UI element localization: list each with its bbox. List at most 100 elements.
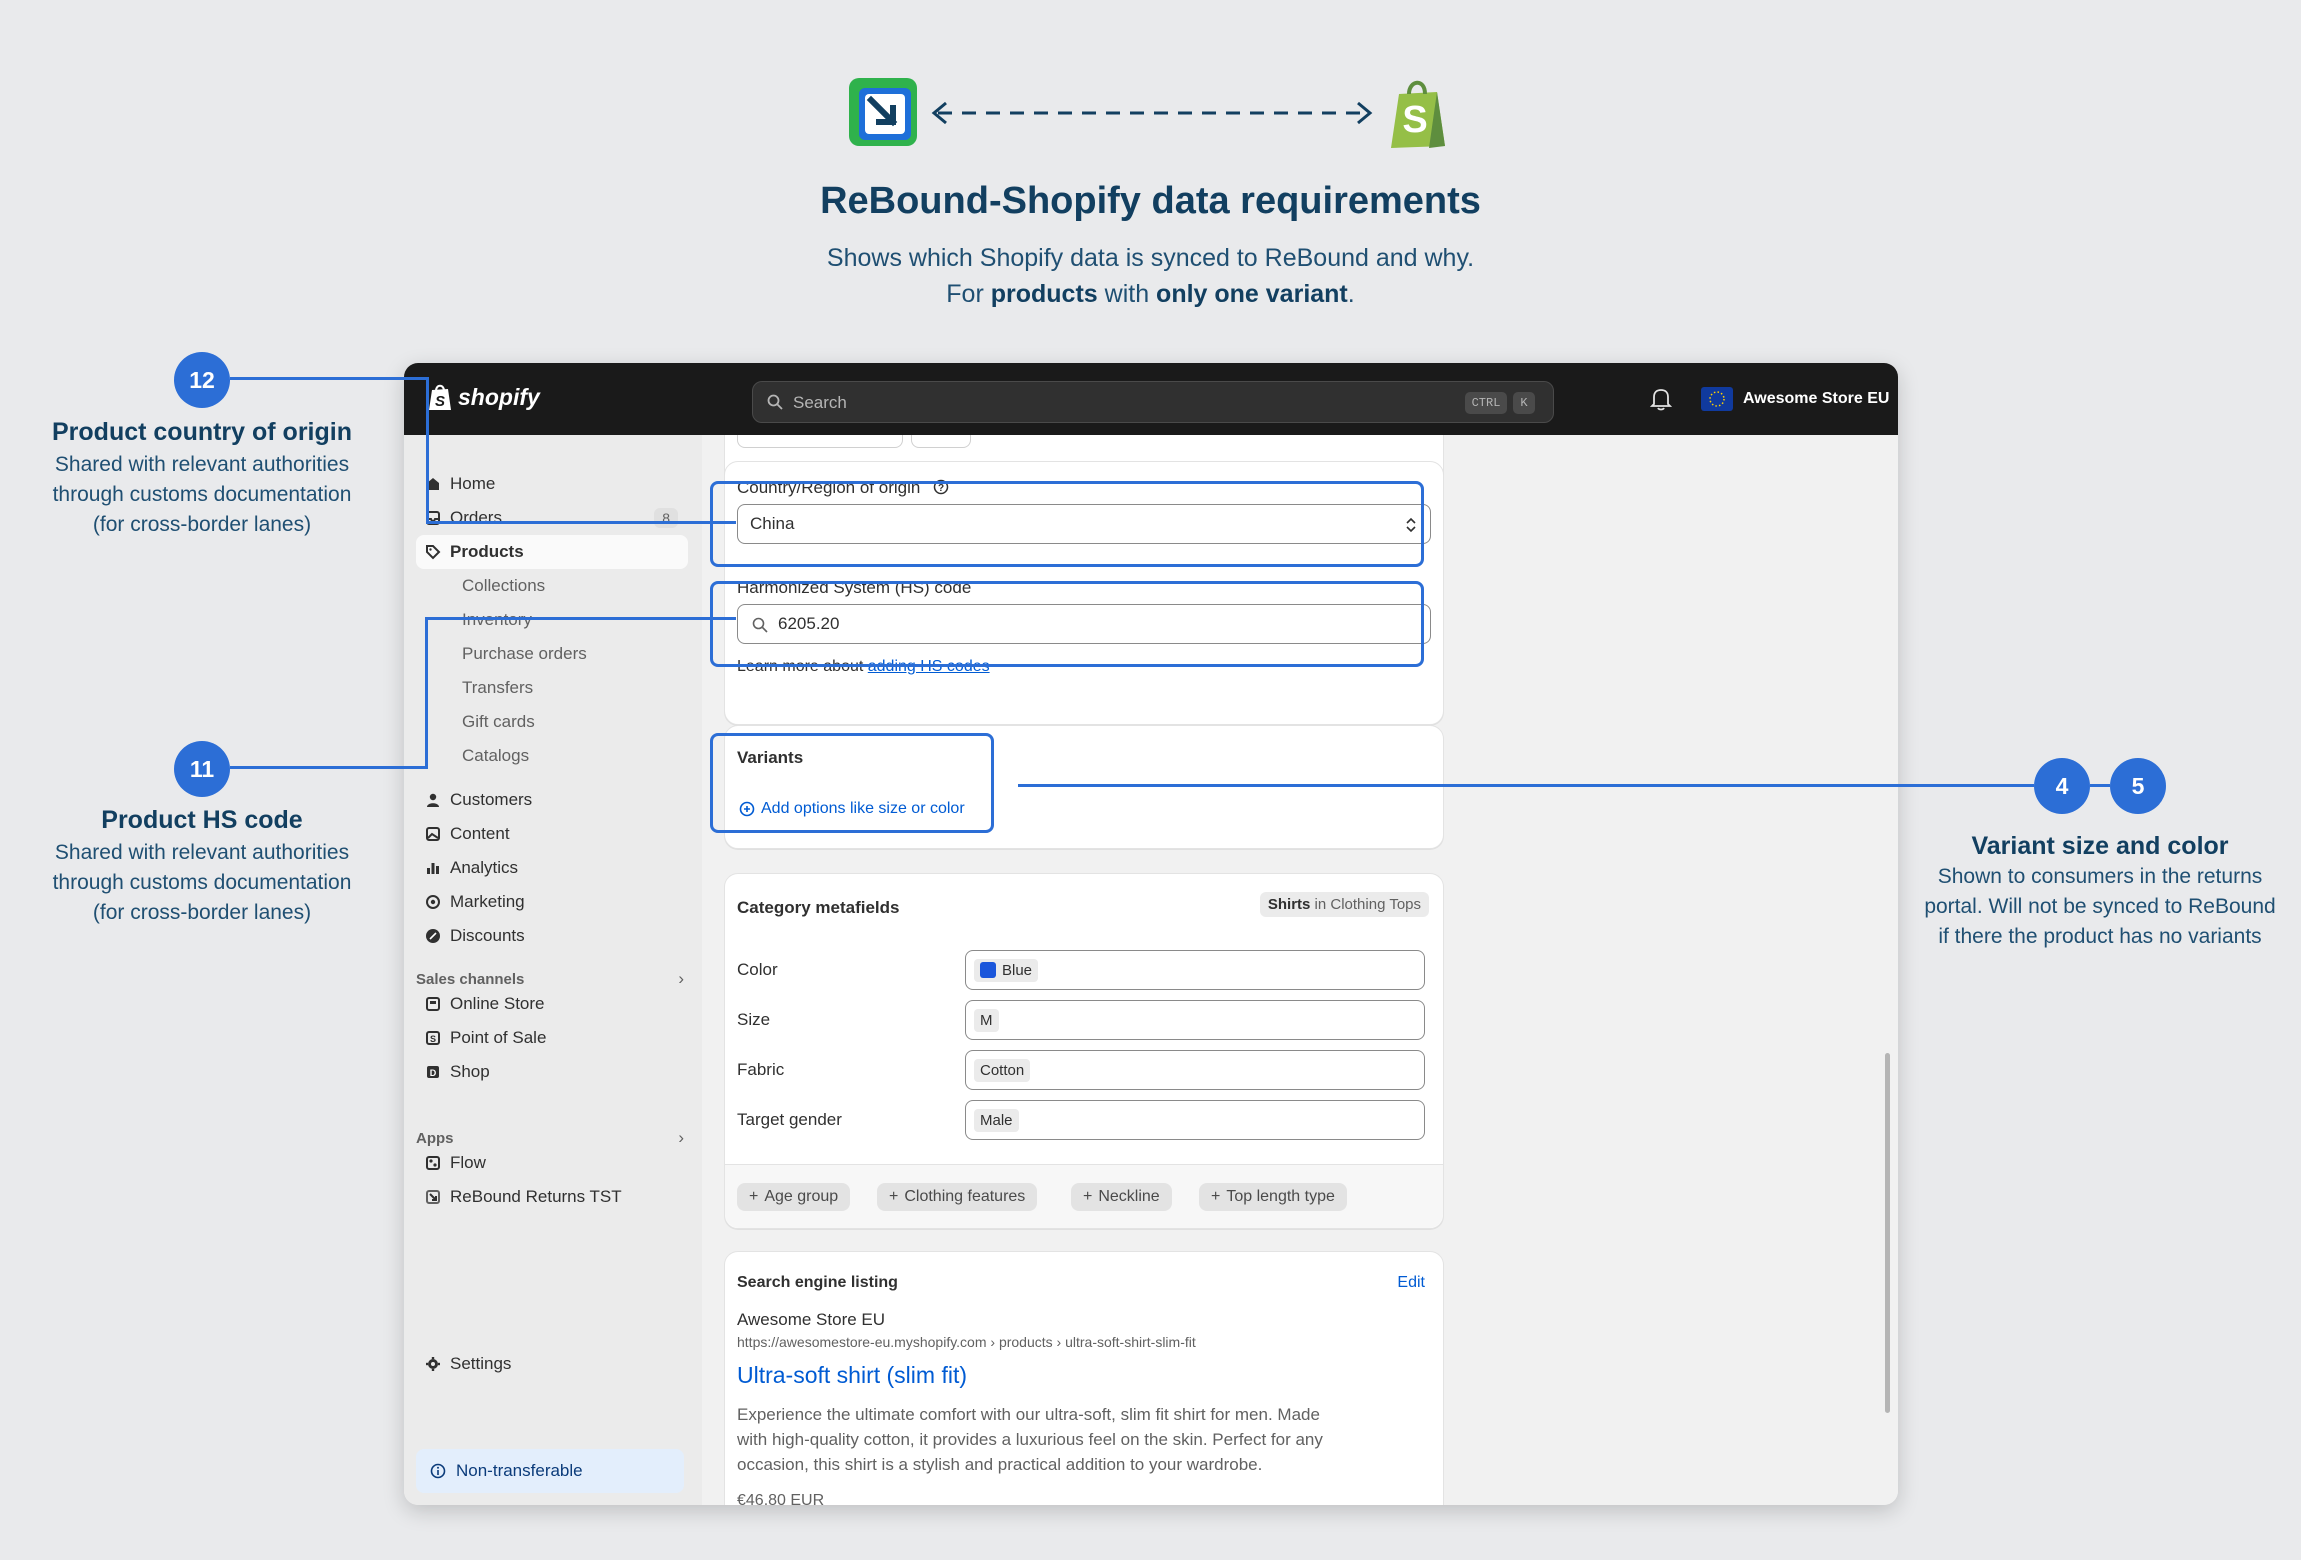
flow-icon [426,1156,440,1170]
sidebar-item-label: Shop [450,1062,490,1081]
store-switcher[interactable]: Awesome Store EU [1701,387,1889,411]
partial-field [911,435,971,448]
connector-line-4-5 [1018,784,2034,787]
search-icon [767,394,783,410]
connector-line-4-5 [2090,784,2110,787]
add-age-group-chip[interactable]: + Age group [737,1183,851,1211]
shopify-admin-window: S shopify Search CTRL K Awesome Store EU [404,363,1898,1505]
sidebar-item-point-of-sale[interactable]: S Point of Sale [416,1021,688,1055]
orders-count-badge: 8 [654,508,678,528]
target-gender-metafield-input[interactable]: Male [965,1100,1425,1140]
discount-icon [426,929,440,943]
seo-store-name: Awesome Store EU [737,1310,886,1329]
sidebar-item-label: Analytics [450,858,519,877]
sidebar-item-online-store[interactable]: Online Store [416,987,688,1021]
sidebar-item-transfers[interactable]: Transfers [416,671,688,705]
sidebar-item-label: Settings [450,1354,512,1373]
shopify-logo[interactable]: S shopify [428,383,540,411]
seo-heading-link[interactable]: Ultra-soft shirt (slim fit) [737,1362,967,1389]
svg-text:S: S [435,393,445,410]
sidebar-item-label: Home [450,474,496,493]
global-search-input[interactable]: Search CTRL K [752,381,1554,423]
bar-chart-icon [427,863,439,874]
highlight-variants [710,733,994,833]
seo-description: Experience the ultimate comfort with our… [737,1405,1323,1474]
add-neckline-chip[interactable]: + Neckline [1071,1183,1172,1211]
metafield-value-pill: Blue [974,958,1039,982]
seo-edit-button[interactable]: Edit [1397,1274,1425,1292]
shop-app-icon: D [427,1066,439,1078]
metafield-label: Fabric [737,1060,785,1079]
connector-line-12 [426,521,736,524]
sidebar-item-marketing[interactable]: Marketing [416,885,688,919]
store-icon [426,997,440,1011]
scrollbar-thumb[interactable] [1885,1053,1890,1413]
sidebar-item-gift-cards[interactable]: Gift cards [416,705,688,739]
sync-arrow-icon [931,101,1373,125]
apps-heading[interactable]: Apps [416,1130,454,1147]
connector-line-12 [230,377,426,380]
target-icon [426,895,440,909]
partial-field [737,435,903,448]
metafield-chip-bar: + Age group + Clothing features + Neckli… [725,1164,1443,1228]
sidebar-item-label: Products [450,542,524,561]
sidebar-item-customers[interactable]: Customers [416,783,688,817]
eu-flag-icon [1701,387,1733,411]
rebound-logo [849,78,917,146]
main-content: Country/Region of origin ? China Harmoni… [702,435,1898,1505]
top-bar: S shopify Search CTRL K Awesome Store EU [404,363,1898,435]
subtitle-line-1: Shows which Shopify data is synced to Re… [826,244,1475,272]
image-icon [426,827,440,841]
add-clothing-features-chip[interactable]: + Clothing features [877,1183,1038,1211]
sales-channels-heading[interactable]: Sales channels [416,971,524,988]
sidebar-item-discounts[interactable]: Discounts [416,919,688,953]
connector-line-11 [425,617,736,620]
add-top-length-type-chip[interactable]: + Top length type [1199,1183,1347,1211]
notification-bell-icon[interactable] [1650,387,1672,411]
tag-icon [426,545,441,560]
sidebar-item-orders[interactable]: Orders 8 [416,501,688,535]
sidebar-item-purchase-orders[interactable]: Purchase orders [416,637,688,671]
sidebar-item-settings[interactable]: Settings [416,1347,688,1381]
sidebar-item-flow[interactable]: Flow [416,1146,688,1180]
sidebar-item-products[interactable]: Products [416,535,688,569]
annotation-title-4-5: Variant size and color [1971,832,2229,860]
sidebar-item-home[interactable]: Home [416,467,688,501]
sidebar-item-catalogs[interactable]: Catalogs [416,739,688,773]
highlight-country-of-origin [710,481,1424,567]
sidebar-item-rebound-returns[interactable]: ReBound Returns TST [416,1180,688,1214]
metafield-label: Color [737,960,778,979]
fabric-metafield-input[interactable]: Cotton [965,1050,1425,1090]
sidebar-item-content[interactable]: Content [416,817,688,851]
sidebar-item-label: Point of Sale [450,1028,547,1047]
annotation-badge-4: 4 [2034,758,2090,814]
sidebar-item-label: Marketing [450,892,525,911]
subtitle-line-2: For products with only one variant. [946,280,1355,308]
sidebar-item-shop[interactable]: D Shop [416,1055,688,1089]
sidebar-item-label: ReBound Returns TST [450,1187,622,1206]
shortcut-key-k: K [1513,392,1535,414]
sidebar-item-label: Online Store [450,994,545,1013]
shopify-bag-icon: S [429,384,451,410]
non-transferable-label: Non-transferable [456,1461,583,1480]
chevron-right-icon[interactable]: › [678,969,684,989]
annotation-title-11: Product HS code [101,806,303,834]
sidebar-item-analytics[interactable]: Analytics [416,851,688,885]
metafield-value-pill: Male [974,1108,1019,1132]
svg-text:S: S [430,1034,436,1044]
size-metafield-input[interactable]: M [965,1000,1425,1040]
sidebar-item-inventory[interactable]: Inventory [416,603,688,637]
chevron-right-icon[interactable]: › [678,1128,684,1148]
sidebar-item-collections[interactable]: Collections [416,569,688,603]
metafields-title: Category metafields [737,898,900,917]
highlight-hs-code [710,581,1424,667]
sidebar-item-label: Customers [450,790,533,809]
color-metafield-input[interactable]: Blue [965,950,1425,990]
shortcut-key-ctrl: CTRL [1465,392,1507,414]
person-icon [427,793,439,807]
annotation-badge-12: 12 [174,352,230,408]
seo-title: Search engine listing [737,1274,898,1291]
info-icon [430,1463,446,1479]
non-transferable-banner[interactable]: Non-transferable [416,1449,684,1493]
metafield-label: Size [737,1010,771,1029]
